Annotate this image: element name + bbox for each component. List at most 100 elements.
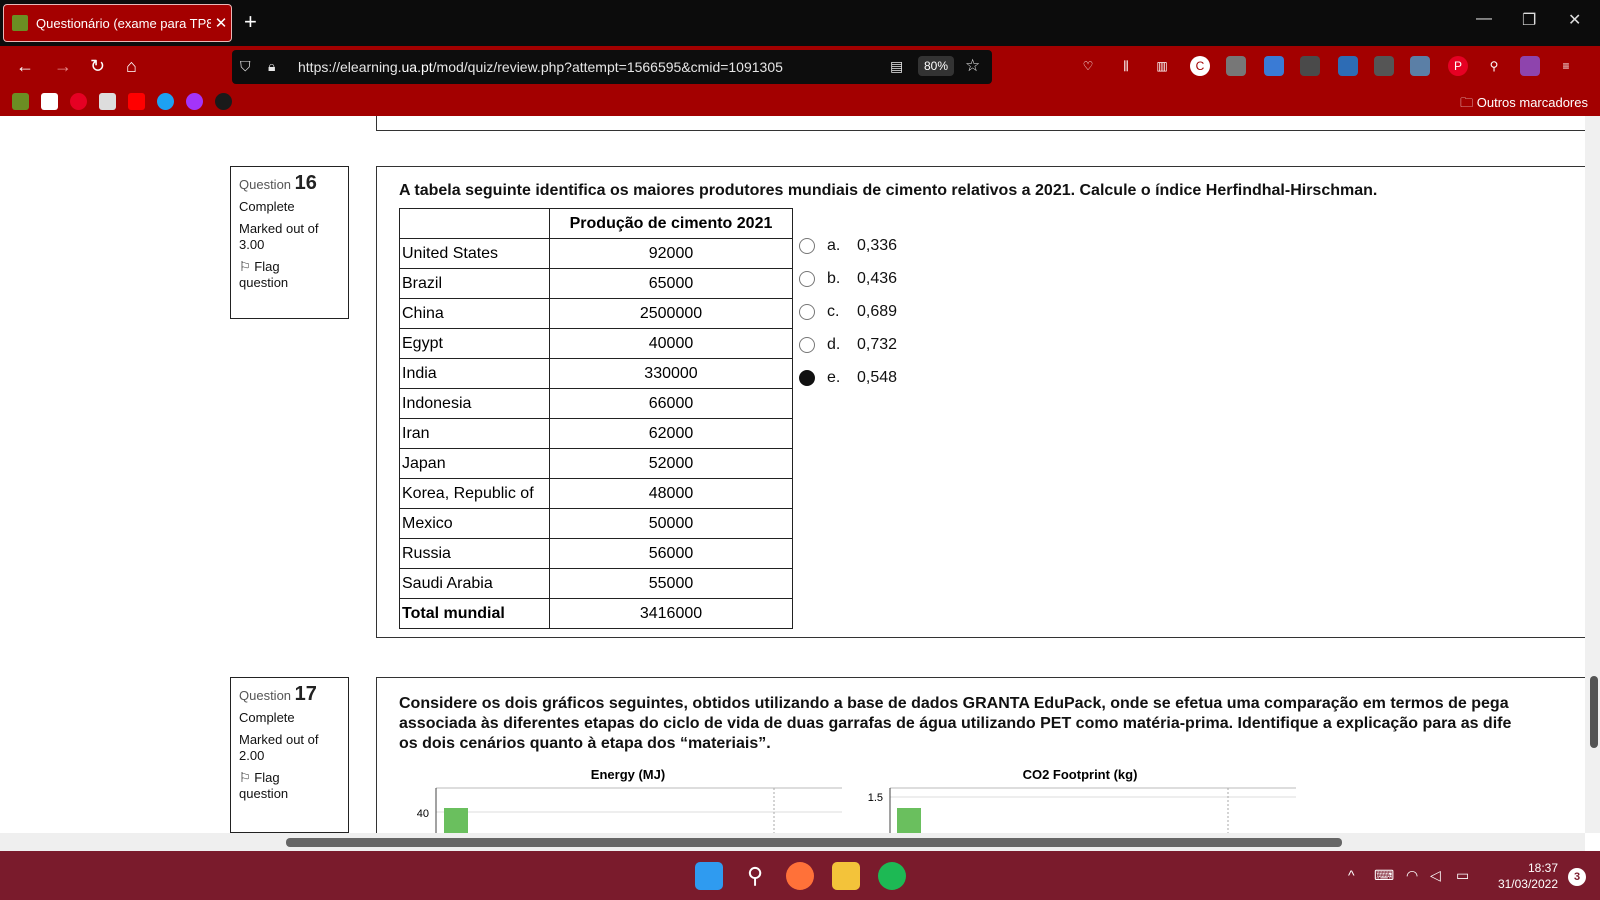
lock-icon[interactable]: 🔒︎ [268, 58, 275, 75]
url-path: /mod/quiz/review.php?attempt=1566595&cmi… [432, 59, 783, 75]
answer-letter: c. [827, 302, 840, 320]
production-cell: 56000 [549, 538, 793, 569]
question-17-info: Question 17 Complete Marked out of 2.00 ⚐… [230, 677, 349, 833]
extension-icon[interactable] [1520, 56, 1540, 76]
flag-label: Flag [254, 770, 280, 785]
twitter-icon[interactable] [157, 93, 174, 110]
extension-icon[interactable] [1226, 56, 1246, 76]
extension-icon[interactable] [1264, 56, 1284, 76]
tab-quiz[interactable]: Questionário (exame para TP8- ✕ [3, 4, 232, 42]
country-cell: Korea, Republic of [399, 478, 550, 509]
forward-icon[interactable]: → [54, 56, 72, 76]
question-16-info: Question 16 Complete Marked out of 3.00 ⚐… [230, 166, 349, 319]
restore-icon[interactable]: ❐ [1522, 10, 1536, 30]
question-17-text-line-2: associada às diferentes etapas do ciclo … [399, 715, 1512, 732]
production-cell: 2500000 [549, 298, 793, 329]
clock[interactable]: 18:37 31/03/2022 [1498, 860, 1558, 892]
country-cell: Brazil [399, 268, 550, 299]
menu-icon[interactable]: ≡ [1556, 56, 1576, 76]
table-row: Saudi Arabia 55000 [399, 568, 793, 599]
bookmark-icon[interactable] [99, 93, 116, 110]
table-row: United States 92000 [399, 238, 793, 269]
production-cell: 65000 [549, 268, 793, 299]
battery-icon[interactable]: ▭ [1456, 867, 1469, 884]
shield-icon[interactable]: ⛉ [240, 58, 251, 75]
lifecycle-charts: Energy (MJ) 40 CO2 Footprint (kg) 1.5 [417, 767, 1296, 833]
horizontal-scrollbar[interactable] [0, 833, 1585, 851]
firefox-icon[interactable] [786, 862, 814, 890]
messenger-icon[interactable] [186, 93, 203, 110]
table-header-empty [399, 208, 550, 239]
wifi-icon[interactable]: ◠ [1406, 867, 1418, 884]
tab-close-icon[interactable]: ✕ [211, 14, 231, 32]
answer-value: 0,548 [857, 368, 898, 386]
notification-badge[interactable]: 3 [1568, 868, 1586, 886]
file-explorer-icon[interactable] [832, 862, 860, 890]
flag-label: Flag [254, 259, 280, 274]
reload-icon[interactable]: ↻ [90, 56, 105, 76]
sidebar-icon[interactable]: ▥ [1152, 56, 1172, 76]
country-cell: Mexico [399, 508, 550, 539]
vertical-scroll-thumb[interactable] [1590, 676, 1598, 748]
answer-letter: d. [827, 335, 841, 353]
extension-icon[interactable] [1300, 56, 1320, 76]
answer-option[interactable]: a. 0,336 [799, 229, 897, 262]
pocket-icon[interactable]: ♡ [1078, 56, 1098, 76]
youtube-icon[interactable] [128, 93, 145, 110]
answer-option[interactable]: b. 0,436 [799, 262, 897, 295]
extension-icon[interactable]: ⚲ [1484, 56, 1504, 76]
flag-icon: ⚐ [239, 259, 255, 274]
radio-button[interactable] [799, 303, 815, 320]
energy-chart-title: Energy (MJ) [591, 767, 665, 782]
library-icon[interactable]: ⫼ [1116, 56, 1136, 76]
extension-icon[interactable] [1338, 56, 1358, 76]
marks-value: 3.00 [239, 237, 265, 252]
answer-option[interactable]: c. 0,689 [799, 295, 897, 328]
other-bookmarks-folder[interactable]: 🗀︎ Outros marcadores [1460, 94, 1588, 116]
radio-button[interactable] [799, 237, 815, 254]
volume-icon[interactable]: ◁ [1430, 867, 1441, 884]
answer-option[interactable]: d. 0,732 [799, 328, 897, 361]
vertical-scrollbar[interactable] [1585, 116, 1600, 833]
answer-options: a. 0,336 b. 0,436 c. 0,689 d. 0,732 e. 0,548 [799, 229, 897, 394]
tumblr-icon[interactable] [215, 93, 232, 110]
question-number-value: 17 [294, 683, 317, 705]
pinterest-icon[interactable]: P [1448, 56, 1468, 76]
flag-question-link[interactable]: ⚐ Flag question [239, 770, 340, 802]
keyboard-icon[interactable]: ⌨ [1374, 867, 1394, 884]
question-16-content: A tabela seguinte identifica os maiores … [376, 166, 1585, 638]
close-window-icon[interactable]: ✕ [1568, 10, 1581, 30]
moodle-bookmark-icon[interactable] [12, 93, 29, 110]
radio-button[interactable] [799, 270, 815, 287]
energy-chart-tick: 40 [417, 808, 429, 820]
question-17-text-line-1: Considere os dois gráficos seguintes, ob… [399, 695, 1509, 712]
extension-c-icon[interactable]: C [1190, 56, 1210, 76]
radio-button[interactable] [799, 336, 815, 353]
gmail-icon[interactable] [41, 93, 58, 110]
co2-chart-title: CO2 Footprint (kg) [1023, 767, 1138, 782]
tab-title: Questionário (exame para TP8- [36, 15, 211, 31]
spotify-icon[interactable] [878, 862, 906, 890]
question-status: Complete [239, 199, 295, 214]
zoom-level[interactable]: 80% [918, 56, 955, 76]
pinterest-bookmark-icon[interactable] [70, 93, 87, 110]
production-cell: 92000 [549, 238, 793, 269]
radio-button[interactable] [799, 369, 815, 386]
reader-view-icon[interactable]: ▤ [890, 58, 903, 75]
url-text[interactable]: https://elearning.ua.pt/mod/quiz/review.… [298, 59, 783, 75]
flag-question-link[interactable]: ⚐ Flag question [239, 259, 340, 291]
start-icon[interactable] [695, 862, 723, 890]
search-icon[interactable]: ⚲ [741, 862, 769, 890]
minimize-icon[interactable]: — [1476, 10, 1492, 28]
back-icon[interactable]: ← [16, 56, 34, 76]
extension-icon[interactable] [1374, 56, 1394, 76]
bookmark-star-icon[interactable]: ☆ [965, 56, 980, 76]
horizontal-scroll-thumb[interactable] [286, 838, 1342, 847]
url-bar[interactable]: ⛉ 🔒︎ https://elearning.ua.pt/mod/quiz/re… [232, 50, 992, 84]
answer-option[interactable]: e. 0,548 [799, 361, 897, 394]
table-row: Mexico 50000 [399, 508, 793, 539]
new-tab-button[interactable]: + [244, 10, 257, 34]
tray-chevron-icon[interactable]: ^ [1348, 867, 1355, 883]
extension-icon[interactable] [1410, 56, 1430, 76]
home-icon[interactable]: ⌂ [126, 56, 137, 76]
